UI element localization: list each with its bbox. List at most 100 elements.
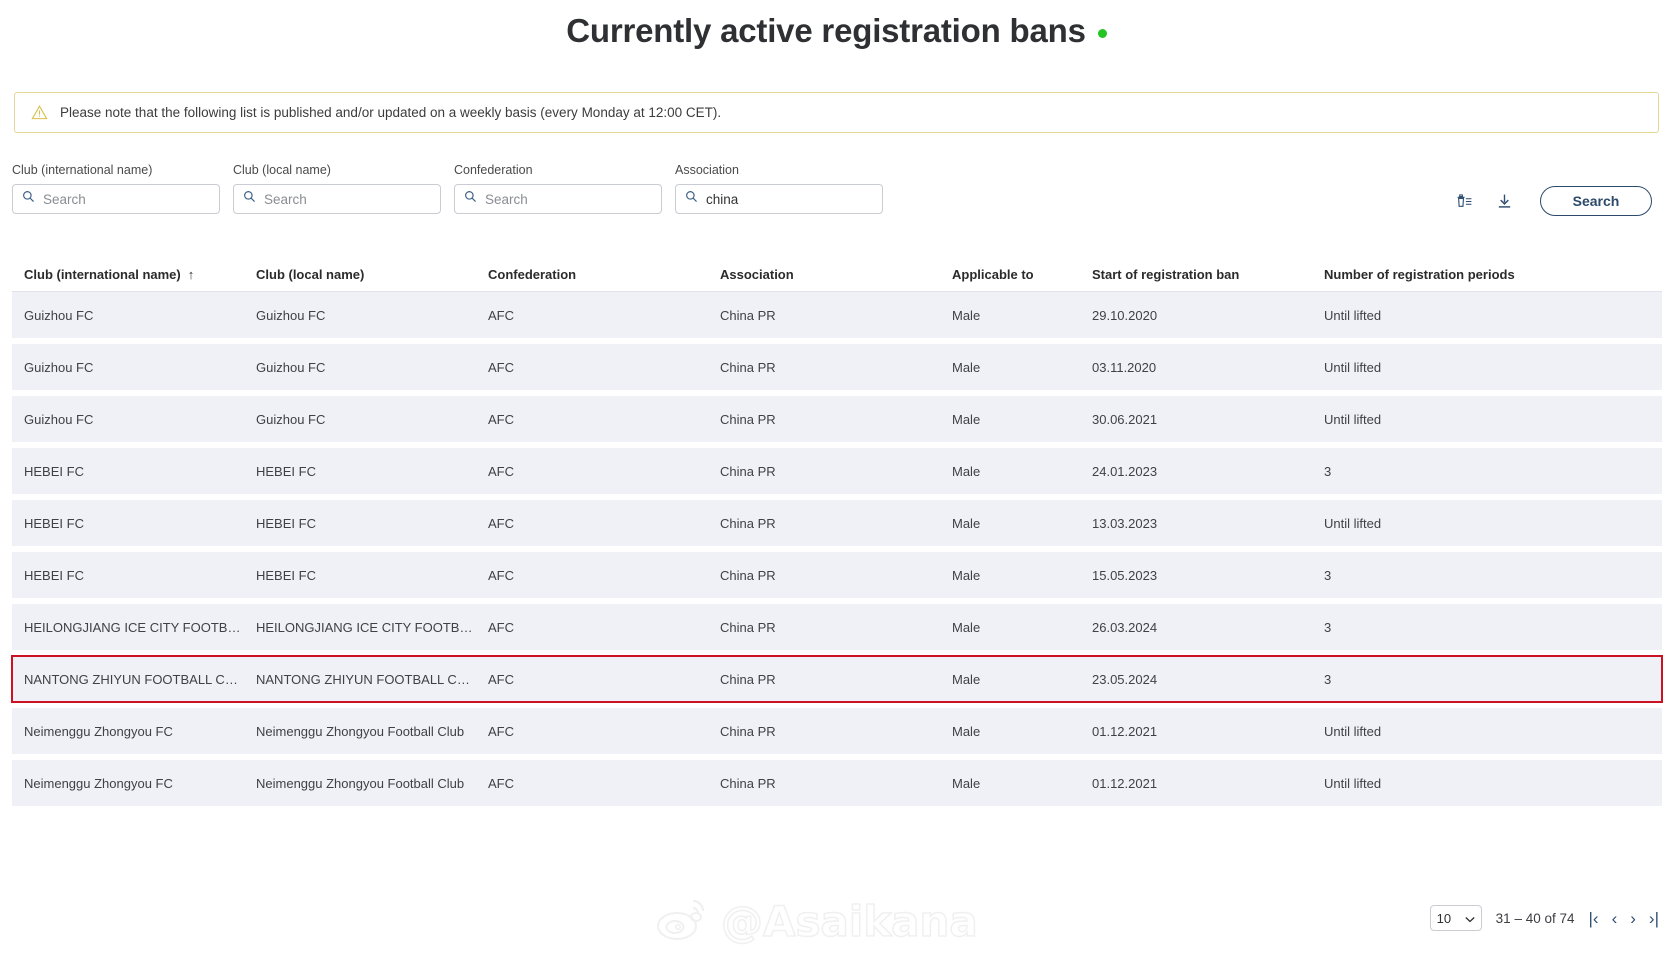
- table-cell: HEBEI FC: [24, 515, 84, 531]
- search-input-club-international[interactable]: [35, 185, 222, 213]
- table-cell: HEILONGJIANG ICE CITY FOOTBALL CL…: [256, 619, 476, 635]
- column-header-association[interactable]: Association: [708, 267, 940, 282]
- table-cell: 29.10.2020: [1092, 307, 1158, 323]
- column-header-label: Club (local name): [256, 267, 365, 282]
- search-icon: [464, 190, 477, 208]
- page-size-select[interactable]: 10: [1429, 905, 1482, 931]
- table-cell: China PR: [720, 723, 776, 739]
- table-cell: AFC: [488, 463, 514, 479]
- filter-association: Association: [675, 163, 885, 214]
- column-header-label: Association: [720, 267, 794, 282]
- table-cell: AFC: [488, 307, 514, 323]
- table-cell: AFC: [488, 723, 514, 739]
- filter-label-club-local: Club (local name): [233, 163, 331, 177]
- table-cell: Male: [952, 723, 981, 739]
- last-page-icon[interactable]: ›|: [1649, 910, 1659, 927]
- search-input-club-international-wrap[interactable]: [12, 184, 222, 214]
- table-cell: China PR: [720, 307, 776, 323]
- search-input-confederation-wrap[interactable]: [454, 184, 664, 214]
- previous-page-icon[interactable]: ‹: [1612, 910, 1618, 927]
- table-cell: China PR: [720, 359, 776, 375]
- table-row[interactable]: Neimenggu Zhongyou FC Neimenggu Zhongyou …: [12, 708, 1662, 754]
- table-cell: 13.03.2023: [1092, 515, 1158, 531]
- column-header-club-local[interactable]: Club (local name): [244, 267, 476, 282]
- table-cell: Until lifted: [1324, 307, 1382, 323]
- search-input-club-local[interactable]: [256, 185, 443, 213]
- column-header-registration-periods[interactable]: Number of registration periods: [1312, 267, 1662, 282]
- filter-bar: Club (international name) Club (local na…: [12, 163, 1662, 223]
- filter-club-international: Club (international name): [12, 163, 222, 214]
- column-header-club-international[interactable]: Club (international name) ↑: [12, 267, 244, 282]
- table-cell: Neimenggu Zhongyou Football Club: [256, 723, 465, 739]
- table-cell: HEBEI FC: [256, 515, 316, 531]
- table-body: Guizhou FC Guizhou FC AFC China PR Male 29.10…: [11, 292, 1663, 806]
- table-cell: 3: [1324, 619, 1332, 635]
- table-cell: Until lifted: [1324, 723, 1382, 739]
- table-cell: 01.12.2021: [1092, 723, 1158, 739]
- table-cell: Guizhou FC: [256, 411, 326, 427]
- table-row[interactable]: Guizhou FC Guizhou FC AFC China PR Male 29.10…: [12, 292, 1662, 338]
- table-cell: 3: [1324, 463, 1332, 479]
- table-cell: China PR: [720, 463, 776, 479]
- table-cell: 3: [1324, 567, 1332, 583]
- table-row[interactable]: Neimenggu Zhongyou FC Neimenggu Zhongyou …: [12, 760, 1662, 806]
- column-header-confederation[interactable]: Confederation: [476, 267, 708, 282]
- table-cell: Male: [952, 359, 981, 375]
- table-cell: 03.11.2020: [1092, 359, 1157, 375]
- filter-actions: Search: [1452, 186, 1652, 216]
- table-cell: China PR: [720, 567, 776, 583]
- table-cell: Male: [952, 671, 981, 687]
- pagination-controls: |‹ ‹ › ›|: [1589, 910, 1660, 927]
- table-cell: Guizhou FC: [24, 307, 94, 323]
- column-header-applicable-to[interactable]: Applicable to: [940, 267, 1080, 282]
- table-cell: Male: [952, 619, 981, 635]
- table-cell: 15.05.2023: [1092, 567, 1158, 583]
- page-root: Currently active registration bans Pleas…: [0, 0, 1673, 962]
- table-cell: Male: [952, 307, 981, 323]
- table-row[interactable]: NANTONG ZHIYUN FOOTBALL CLUB C… NANTONG Z…: [11, 655, 1663, 703]
- table-row[interactable]: HEBEI FC HEBEI FC AFC China PR Male 13.03.202…: [12, 500, 1662, 546]
- table-row[interactable]: HEBEI FC HEBEI FC AFC China PR Male 15.05.202…: [12, 552, 1662, 598]
- table-cell: AFC: [488, 411, 514, 427]
- filter-confederation: Confederation: [454, 163, 664, 214]
- table-cell: HEBEI FC: [256, 567, 316, 583]
- trash-list-icon[interactable]: [1452, 189, 1476, 213]
- table-cell: HEBEI FC: [24, 463, 84, 479]
- table-cell: Guizhou FC: [256, 359, 326, 375]
- next-page-icon[interactable]: ›: [1630, 910, 1636, 927]
- notice-text: Please note that the following list is p…: [60, 105, 722, 120]
- table-header-row: Club (international name) ↑ Club (local …: [12, 258, 1662, 292]
- search-input-confederation[interactable]: [477, 185, 664, 213]
- search-input-club-local-wrap[interactable]: [233, 184, 443, 214]
- column-header-start-of-ban[interactable]: Start of registration ban: [1080, 267, 1312, 282]
- table-cell: 01.12.2021: [1092, 775, 1158, 791]
- search-input-association-wrap[interactable]: [675, 184, 885, 214]
- table-cell: 23.05.2024: [1092, 671, 1158, 687]
- first-page-icon[interactable]: |‹: [1589, 910, 1599, 927]
- table-cell: China PR: [720, 411, 776, 427]
- search-input-association[interactable]: [698, 185, 885, 213]
- table-cell: China PR: [720, 619, 776, 635]
- table-row[interactable]: Guizhou FC Guizhou FC AFC China PR Male 03.11…: [12, 344, 1662, 390]
- table-cell: AFC: [488, 567, 514, 583]
- table-cell: Male: [952, 567, 981, 583]
- table-row[interactable]: Guizhou FC Guizhou FC AFC China PR Male 30.06…: [12, 396, 1662, 442]
- column-header-label: Club (international name): [24, 267, 181, 282]
- table-row[interactable]: HEBEI FC HEBEI FC AFC China PR Male 24.01.202…: [12, 448, 1662, 494]
- table-cell: AFC: [488, 671, 514, 687]
- table-cell: NANTONG ZHIYUN FOOTBALL CLUB C…: [256, 671, 476, 687]
- column-header-label: Applicable to: [952, 267, 1034, 282]
- registration-bans-table: Club (international name) ↑ Club (local …: [11, 258, 1663, 812]
- table-cell: AFC: [488, 775, 514, 791]
- filter-label-confederation: Confederation: [454, 163, 533, 177]
- table-cell: AFC: [488, 619, 514, 635]
- table-row[interactable]: HEILONGJIANG ICE CITY FOOTBALL CL… HEILON…: [12, 604, 1662, 650]
- weibo-icon: [655, 895, 711, 948]
- status-dot-icon: [1097, 29, 1107, 38]
- table-cell: China PR: [720, 671, 776, 687]
- search-button[interactable]: Search: [1540, 186, 1652, 216]
- table-cell: 26.03.2024: [1092, 619, 1158, 635]
- table-cell: AFC: [488, 515, 514, 531]
- download-icon[interactable]: [1492, 189, 1516, 213]
- column-header-label: Number of registration periods: [1324, 267, 1515, 282]
